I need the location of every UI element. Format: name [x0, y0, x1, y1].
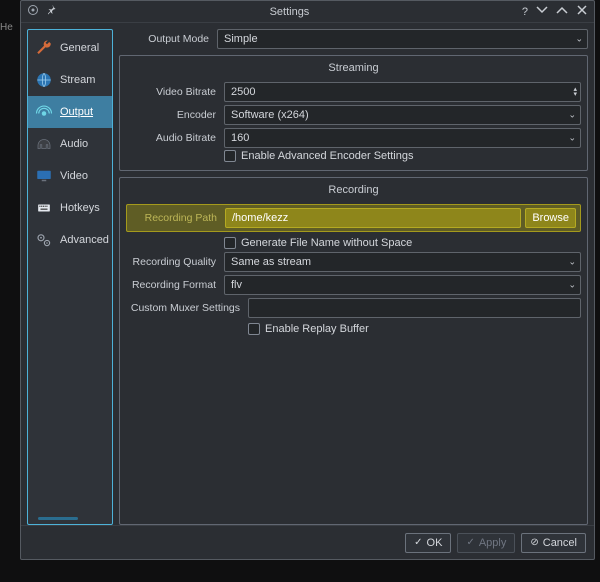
spinner-icon: ▴▾	[573, 87, 577, 97]
recording-title: Recording	[126, 184, 581, 196]
dialog-footer: ✓ OK ✓ Apply ⊘ Cancel	[21, 525, 594, 559]
settings-main: Output Mode Simple ⌄ Streaming Video Bit…	[119, 29, 588, 525]
app-icon	[27, 4, 39, 19]
sidebar-scrollbar[interactable]	[38, 517, 78, 520]
audio-bitrate-label: Audio Bitrate	[126, 132, 220, 144]
cancel-button[interactable]: ⊘ Cancel	[521, 533, 586, 553]
broadcast-icon	[34, 102, 54, 122]
sidebar-item-general[interactable]: General	[28, 32, 112, 64]
sidebar-item-audio[interactable]: Audio	[28, 128, 112, 160]
output-mode-select[interactable]: Simple ⌄	[217, 29, 588, 49]
filename-no-space-label: Generate File Name without Space	[241, 237, 412, 249]
titlebar: Settings ?	[21, 1, 594, 23]
ok-button[interactable]: ✓ OK	[405, 533, 451, 553]
muxer-input[interactable]	[248, 298, 581, 318]
sidebar-item-output[interactable]: Output	[28, 96, 112, 128]
recording-path-value: /home/kezz	[232, 212, 288, 224]
check-icon: ✓	[466, 537, 474, 548]
check-icon: ✓	[414, 537, 422, 548]
apply-button[interactable]: ✓ Apply	[457, 533, 515, 553]
video-bitrate-value: 2500	[231, 86, 255, 98]
advanced-encoder-checkbox[interactable]	[224, 150, 236, 162]
chevron-down-icon: ⌄	[568, 110, 576, 121]
chevron-down-icon: ⌄	[568, 257, 576, 268]
pin-icon[interactable]	[45, 4, 57, 19]
recording-panel: Recording Recording Path /home/kezz Brow…	[119, 177, 588, 525]
sidebar-item-label: Output	[60, 106, 93, 118]
audio-bitrate-value: 160	[231, 132, 249, 144]
recording-path-row: Recording Path /home/kezz Browse	[126, 204, 581, 232]
sidebar-item-label: Audio	[60, 138, 88, 150]
minimize-icon[interactable]	[536, 4, 548, 19]
recording-quality-label: Recording Quality	[126, 256, 220, 268]
encoder-value: Software (x264)	[231, 109, 309, 121]
output-mode-label: Output Mode	[119, 33, 213, 45]
browse-button[interactable]: Browse	[525, 208, 576, 228]
headphones-icon	[34, 134, 54, 154]
background-app-fragment: He	[0, 22, 18, 32]
monitor-icon	[34, 166, 54, 186]
muxer-label: Custom Muxer Settings	[126, 302, 244, 314]
sidebar-item-hotkeys[interactable]: Hotkeys	[28, 192, 112, 224]
streaming-title: Streaming	[126, 62, 581, 74]
recording-path-input[interactable]: /home/kezz	[225, 208, 521, 228]
close-icon[interactable]	[576, 4, 588, 19]
chevron-down-icon: ⌄	[575, 34, 583, 45]
recording-format-value: flv	[231, 279, 242, 291]
cancel-x-icon: ⊘	[530, 537, 538, 548]
cancel-label: Cancel	[543, 537, 577, 549]
window-title: Settings	[57, 6, 522, 18]
settings-window: Settings ? General Stream Output	[20, 0, 595, 560]
replay-buffer-label: Enable Replay Buffer	[265, 323, 369, 335]
apply-label: Apply	[479, 537, 507, 549]
encoder-select[interactable]: Software (x264) ⌄	[224, 105, 581, 125]
recording-quality-value: Same as stream	[231, 256, 311, 268]
sidebar-item-label: Video	[60, 170, 88, 182]
sidebar-item-video[interactable]: Video	[28, 160, 112, 192]
recording-path-label: Recording Path	[127, 212, 221, 224]
streaming-panel: Streaming Video Bitrate 2500 ▴▾ Encoder …	[119, 55, 588, 171]
sidebar-item-advanced[interactable]: Advanced	[28, 224, 112, 256]
sidebar-item-label: General	[60, 42, 99, 54]
recording-quality-select[interactable]: Same as stream ⌄	[224, 252, 581, 272]
encoder-label: Encoder	[126, 109, 220, 121]
globe-icon	[34, 70, 54, 90]
maximize-icon[interactable]	[556, 4, 568, 19]
chevron-down-icon: ⌄	[568, 133, 576, 144]
replay-buffer-checkbox[interactable]	[248, 323, 260, 335]
keyboard-icon	[34, 198, 54, 218]
sidebar-item-label: Stream	[60, 74, 95, 86]
recording-format-select[interactable]: flv ⌄	[224, 275, 581, 295]
output-mode-value: Simple	[224, 33, 258, 45]
video-bitrate-input[interactable]: 2500 ▴▾	[224, 82, 581, 102]
recording-format-label: Recording Format	[126, 279, 220, 291]
gears-icon	[34, 230, 54, 250]
advanced-encoder-label: Enable Advanced Encoder Settings	[241, 150, 413, 162]
settings-sidebar: General Stream Output Audio Video Hotkey…	[27, 29, 113, 525]
sidebar-item-label: Advanced	[60, 234, 109, 246]
help-icon[interactable]: ?	[522, 6, 528, 18]
audio-bitrate-select[interactable]: 160 ⌄	[224, 128, 581, 148]
ok-label: OK	[427, 537, 443, 549]
wrench-icon	[34, 38, 54, 58]
sidebar-item-label: Hotkeys	[60, 202, 100, 214]
sidebar-item-stream[interactable]: Stream	[28, 64, 112, 96]
video-bitrate-label: Video Bitrate	[126, 86, 220, 98]
chevron-down-icon: ⌄	[568, 280, 576, 291]
filename-no-space-checkbox[interactable]	[224, 237, 236, 249]
